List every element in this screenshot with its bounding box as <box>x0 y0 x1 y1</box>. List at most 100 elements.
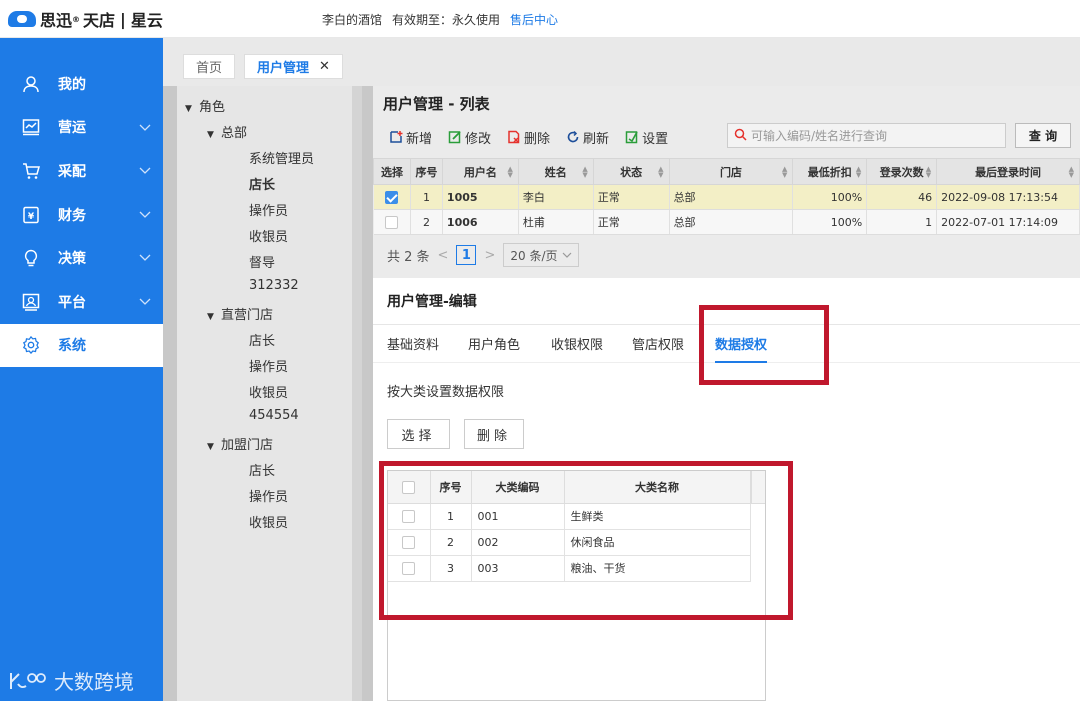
sort-icon[interactable]: ▲ ▼ <box>782 166 787 179</box>
sort-icon[interactable]: ▲ ▼ <box>582 166 587 179</box>
settings-button[interactable]: 设置 <box>625 128 668 147</box>
sidebar-item-mine[interactable]: 我的 <box>0 62 163 106</box>
tree-leaf[interactable]: 店长 <box>249 460 275 479</box>
checkbox-checked[interactable] <box>385 190 399 204</box>
watermark-text: 大数跨境 <box>54 670 134 694</box>
cell-category-code: 003 <box>471 555 565 582</box>
query-button[interactable]: 查 询 <box>1015 123 1071 148</box>
user-icon <box>22 75 40 93</box>
table-row[interactable]: 1 001 生鲜类 <box>388 503 751 530</box>
tree-node-group[interactable]: ▼ 直营门店 <box>207 304 273 323</box>
left-gutter <box>163 86 177 701</box>
cell-index: 2 <box>430 529 472 556</box>
page-number[interactable]: 1 <box>456 245 477 265</box>
col-store[interactable]: 门店 ▲ ▼ <box>668 158 794 185</box>
scrollbar[interactable] <box>751 471 765 504</box>
delete-button[interactable]: 删除 <box>507 128 550 147</box>
col-select-all[interactable] <box>388 471 431 504</box>
tree-leaf-label: 店长 <box>249 178 276 193</box>
close-icon[interactable]: ✕ <box>319 59 330 74</box>
sidebar-item-platform[interactable]: 平台 <box>0 280 163 324</box>
checkbox[interactable] <box>402 561 416 575</box>
table-row[interactable]: 2 1006 杜甫 正常 总部 100% 1 2022-07-01 17:14:… <box>373 209 1080 235</box>
checkbox[interactable] <box>402 535 416 549</box>
sidebar-item-label: 决策 <box>58 251 86 268</box>
tab-user-management[interactable]: 用户管理 ✕ <box>244 54 343 79</box>
tab-store-permissions[interactable]: 管店权限 <box>632 334 684 353</box>
cell-name: 杜甫 <box>518 209 594 235</box>
col-last-login[interactable]: 最后登录时间 ▲ ▼ <box>936 158 1080 185</box>
search-icon <box>734 128 747 144</box>
delete-category-button[interactable]: 删除 <box>464 419 524 449</box>
row-checkbox[interactable] <box>373 209 411 235</box>
sort-icon[interactable]: ▲ ▼ <box>1069 166 1074 179</box>
checkbox[interactable] <box>385 215 399 229</box>
add-button[interactable]: 新增 <box>389 128 432 147</box>
tree-leaf[interactable]: 操作员 <box>249 356 288 375</box>
col-discount[interactable]: 最低折扣 ▲ ▼ <box>792 158 868 185</box>
tab-home[interactable]: 首页 <box>183 54 236 79</box>
row-checkbox[interactable] <box>388 529 431 556</box>
tree-node-group[interactable]: ▼ 总部 <box>207 122 247 141</box>
col-logins[interactable]: 登录次数 ▲ ▼ <box>866 158 938 185</box>
tree-leaf[interactable]: 收银员 <box>249 512 288 531</box>
cell-username[interactable]: 1005 <box>442 184 519 210</box>
col-status[interactable]: 状态 ▲ ▼ <box>592 158 670 185</box>
tree-leaf[interactable]: 操作员 <box>249 200 288 219</box>
tab-user-role[interactable]: 用户角色 <box>468 334 520 353</box>
product-name: 天店 <box>83 11 116 30</box>
tree-leaf[interactable]: 操作员 <box>249 486 288 505</box>
table-row[interactable]: 3 003 粮油、干货 <box>388 555 751 582</box>
checkbox[interactable] <box>402 509 416 523</box>
tree-node-root[interactable]: ▼ 角色 <box>185 96 225 115</box>
edit-button[interactable]: 修改 <box>448 128 491 147</box>
col-category-name: 大类名称 <box>564 471 751 504</box>
tab-basic-info[interactable]: 基础资料 <box>387 334 439 353</box>
refresh-button[interactable]: 刷新 <box>566 128 609 147</box>
row-checkbox[interactable] <box>388 555 431 582</box>
sidebar-item-finance[interactable]: ¥ 财务 <box>0 193 163 237</box>
caret-down-icon: ▼ <box>207 312 214 322</box>
sort-icon[interactable]: ▲ ▼ <box>658 166 663 179</box>
role-tree: ▼ 角色 ▼ 总部 系统管理员 店长 操作员 收银员 督导 312332 ▼ 直营门店… <box>177 86 362 701</box>
page-size-select[interactable]: 20 条/页 <box>503 243 579 267</box>
row-checkbox[interactable] <box>373 184 411 210</box>
cell-category-name: 生鲜类 <box>564 503 751 530</box>
table-row[interactable]: 1 1005 李白 正常 总部 100% 46 2022-09-08 17:13… <box>373 184 1080 210</box>
tree-leaf[interactable]: 店长 <box>249 330 275 349</box>
chevron-down-icon <box>562 252 571 258</box>
cell-category-code: 002 <box>471 529 565 556</box>
select-button[interactable]: 选择 <box>387 419 450 449</box>
col-name[interactable]: 姓名 ▲ ▼ <box>517 158 594 185</box>
sort-icon[interactable]: ▲ ▼ <box>507 166 512 179</box>
tree-leaf[interactable]: 312332 <box>249 278 299 293</box>
select-all-checkbox[interactable] <box>402 480 416 494</box>
col-username[interactable]: 用户名 ▲ ▼ <box>441 158 519 185</box>
cell-username[interactable]: 1006 <box>442 209 519 235</box>
tree-leaf[interactable]: 收银员 <box>249 382 288 401</box>
sidebar-item-operations[interactable]: 营运 <box>0 106 163 150</box>
sort-icon[interactable]: ▲ ▼ <box>856 166 861 179</box>
sort-icon[interactable]: ▲ ▼ <box>926 166 931 179</box>
sidebar-item-system[interactable]: 系统 <box>0 323 163 368</box>
tree-leaf[interactable]: 系统管理员 <box>249 148 314 167</box>
tree-leaf[interactable]: 454554 <box>249 408 299 423</box>
table-row[interactable]: 2 002 休闲食品 <box>388 529 751 556</box>
support-link[interactable]: 售后中心 <box>510 11 558 28</box>
next-page-button[interactable]: > <box>484 248 495 263</box>
watermark-logo-icon <box>10 672 46 689</box>
tree-leaf[interactable]: 督导 <box>249 252 275 271</box>
tab-data-authorization[interactable]: 数据授权 <box>715 334 767 353</box>
search-input[interactable]: 可输入编码/姓名进行查询 <box>727 123 1006 148</box>
sidebar-item-purchasing[interactable]: 采配 <box>0 149 163 193</box>
cell-category-name: 粮油、干货 <box>564 555 751 582</box>
tree-leaf-selected[interactable]: 店长 <box>249 174 275 193</box>
prev-page-button[interactable]: < <box>438 248 449 263</box>
tab-cashier-permissions[interactable]: 收银权限 <box>551 334 603 353</box>
tree-leaf-label: 操作员 <box>249 490 289 505</box>
chevron-down-icon <box>139 120 151 136</box>
tree-node-group[interactable]: ▼ 加盟门店 <box>207 434 273 453</box>
tree-leaf[interactable]: 收银员 <box>249 226 288 245</box>
row-checkbox[interactable] <box>388 503 431 530</box>
sidebar-item-decision[interactable]: 决策 <box>0 236 163 280</box>
